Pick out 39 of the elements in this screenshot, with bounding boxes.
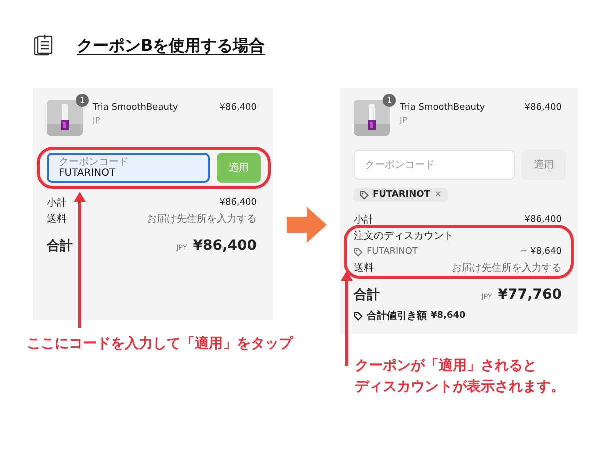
discount-amount: − ¥8,640 xyxy=(520,247,562,257)
discount-heading: 注文のディスカウント xyxy=(354,230,454,243)
remove-button[interactable]: × xyxy=(434,190,442,200)
summary-label: 小計 xyxy=(354,214,374,227)
notepad-icon xyxy=(33,35,55,57)
product-price: ¥86,400 xyxy=(220,102,258,113)
summary-label: 送料 xyxy=(354,262,374,275)
coupon-field[interactable]: クーポンコード xyxy=(354,150,515,180)
summary-value: ¥86,400 xyxy=(220,198,257,208)
quantity-badge: 1 xyxy=(76,94,89,107)
total-label: 合計 xyxy=(47,238,73,255)
summary-value: お届け先住所を入力する xyxy=(452,262,562,275)
coupon-code: FUTARINOT xyxy=(373,190,430,200)
instruction-caption: ここにコードを入力して「適用」をタップ xyxy=(27,334,293,354)
total-amount: ¥77,760 xyxy=(498,287,562,303)
section-title: クーポンBを使用する場合 xyxy=(77,36,266,56)
savings-amount: ¥8,640 xyxy=(431,311,466,321)
product-variant: JP xyxy=(93,116,102,125)
summary-value: お届け先住所を入力する xyxy=(147,212,257,226)
coupon-field[interactable]: クーポンコード FUTARINOT xyxy=(47,153,210,183)
discount-code: FUTARINOT xyxy=(367,247,418,257)
apply-button[interactable]: 適用 xyxy=(217,153,261,183)
summary-label: 送料 xyxy=(47,212,67,226)
result-caption: クーポンが「適用」されると xyxy=(355,356,537,376)
result-caption: ディスカウントが表示されます。 xyxy=(355,378,565,397)
product-price: ¥86,400 xyxy=(524,102,563,113)
total-label: 合計 xyxy=(354,286,380,304)
total-amount: ¥86,400 xyxy=(193,238,257,254)
product-name: Tria SmoothBeauty xyxy=(93,103,180,113)
quantity-badge: 1 xyxy=(383,94,396,107)
tag-icon xyxy=(354,312,363,320)
product-name: Tria SmoothBeauty xyxy=(400,103,486,113)
summary-value: ¥86,400 xyxy=(524,215,562,225)
tag-icon xyxy=(354,248,363,256)
summary-label: 小計 xyxy=(47,196,67,210)
savings-label: 合計値引き額 xyxy=(367,310,427,323)
tag-icon xyxy=(360,190,369,200)
product-variant: JP xyxy=(400,116,408,125)
arrow-icon xyxy=(286,205,326,245)
